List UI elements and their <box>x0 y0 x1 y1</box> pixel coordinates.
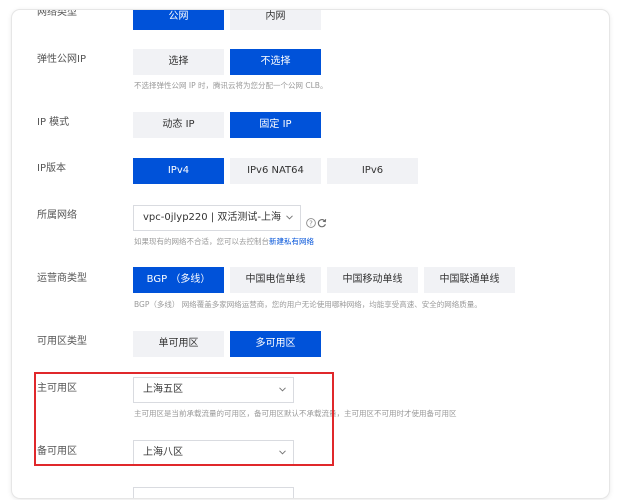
ip-mode-label: IP 模式 <box>37 117 70 128</box>
network-type-option-public[interactable]: 公网 <box>133 10 224 30</box>
ip-version-option-ipv6[interactable]: IPv6 <box>327 158 418 184</box>
vpc-select-value: vpc-0jlyp220 | 双活测试-上海 <box>143 212 281 223</box>
vpc-label: 所属网络 <box>37 210 77 221</box>
isp-option-telecom[interactable]: 中国电信单线 <box>230 267 321 293</box>
ip-version-option-ipv6-nat64[interactable]: IPv6 NAT64 <box>230 158 321 184</box>
az-type-label: 可用区类型 <box>37 336 87 347</box>
eip-option-no-select[interactable]: 不选择 <box>230 49 321 75</box>
refresh-icon[interactable] <box>317 213 327 232</box>
svg-text:?: ? <box>309 220 313 228</box>
isp-hint: BGP（多线） 网络覆盖多家网络运营商，您的用户无论使用哪种网络，均能享受高速、… <box>134 300 482 309</box>
vpc-select[interactable]: vpc-0jlyp220 | 双活测试-上海 <box>133 205 301 231</box>
isp-option-bgp[interactable]: BGP （多线） <box>133 267 224 293</box>
eip-hint: 不选择弹性公网 IP 时，腾讯云将为您分配一个公网 CLB。 <box>134 81 328 90</box>
vpc-hint: 如果现有的网络不合适，您可以去控制台新建私有网络 <box>134 237 314 247</box>
isp-label: 运营商类型 <box>37 273 87 284</box>
eip-option-select[interactable]: 选择 <box>133 49 224 75</box>
ip-version-option-ipv4[interactable]: IPv4 <box>133 158 224 184</box>
ip-mode-option-fixed[interactable]: 固定 IP <box>230 112 321 138</box>
highlight-box <box>34 372 334 466</box>
az-type-option-single[interactable]: 单可用区 <box>133 331 224 357</box>
next-field-select-partial[interactable] <box>133 487 294 498</box>
ip-mode-option-dynamic[interactable]: 动态 IP <box>133 112 224 138</box>
config-form-card: 网络类型 公网 内网 弹性公网IP 选择 不选择 不选择弹性公网 IP 时，腾讯… <box>12 10 609 498</box>
isp-option-mobile[interactable]: 中国移动单线 <box>327 267 418 293</box>
network-type-option-private[interactable]: 内网 <box>230 10 321 30</box>
az-type-option-multi[interactable]: 多可用区 <box>230 331 321 357</box>
isp-option-unicom[interactable]: 中国联通单线 <box>424 267 515 293</box>
network-type-label: 网络类型 <box>37 10 77 18</box>
vpc-hint-text: 如果现有的网络不合适，您可以去控制台 <box>134 237 269 246</box>
chevron-down-icon <box>286 215 293 221</box>
ip-version-label: IP版本 <box>37 163 66 174</box>
help-icon[interactable]: ? <box>306 213 316 232</box>
eip-label: 弹性公网IP <box>37 54 86 65</box>
create-vpc-link[interactable]: 新建私有网络 <box>269 237 314 246</box>
